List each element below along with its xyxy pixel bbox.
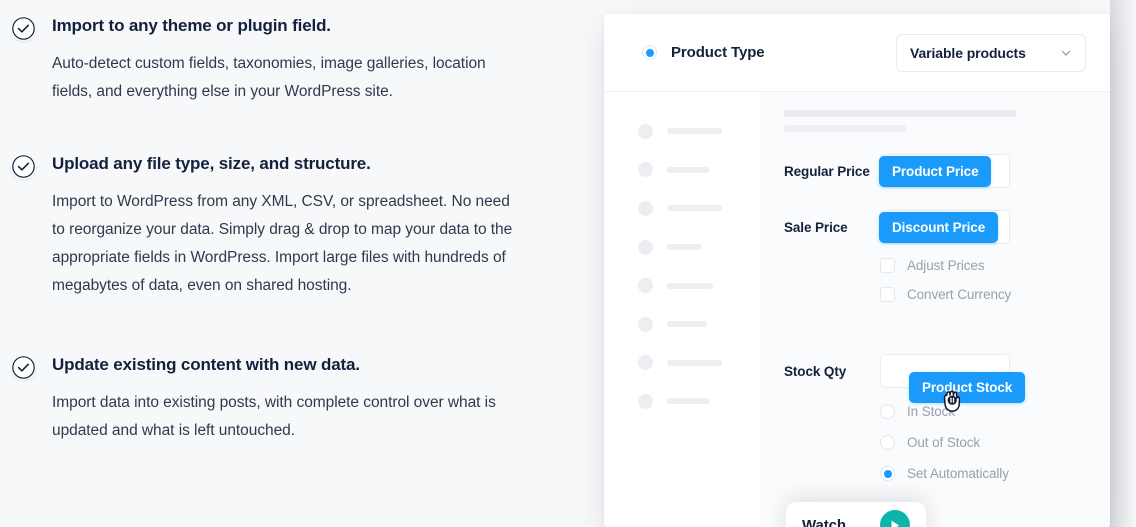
skeleton-dot <box>638 278 653 293</box>
skeleton-dot <box>638 355 653 370</box>
skeleton-bar <box>667 128 722 134</box>
adjust-prices-row[interactable]: Adjust Prices <box>784 258 1086 273</box>
list-item <box>604 189 760 228</box>
adjust-prices-label: Adjust Prices <box>907 258 984 273</box>
product-price-chip[interactable]: Product Price <box>879 156 991 187</box>
list-item <box>604 112 760 151</box>
skeleton-nav-list <box>604 92 760 527</box>
list-item <box>604 305 760 344</box>
product-type-select[interactable]: Variable products <box>896 34 1086 72</box>
regular-price-row: Regular Price Product Price <box>784 154 1086 188</box>
feature-title: Import to any theme or plugin field. <box>52 14 570 38</box>
in-stock-radio[interactable] <box>880 404 895 419</box>
panel-header: Product Type Variable products <box>604 14 1110 92</box>
feature-item-1: Import to any theme or plugin field. Aut… <box>0 14 570 106</box>
adjust-prices-checkbox[interactable] <box>880 258 895 273</box>
feature-title: Update existing content with new data. <box>52 353 570 377</box>
product-form: Regular Price Product Price Sale Price D… <box>760 92 1110 527</box>
stock-qty-input[interactable]: Product Stock <box>880 354 1010 388</box>
grabbing-hand-cursor-icon <box>940 387 966 415</box>
watch-label: Watch <box>802 517 846 527</box>
check-circle-icon <box>11 154 36 179</box>
product-type-label: Product Type <box>671 44 765 61</box>
panel-edge-shadow <box>1110 0 1136 527</box>
check-circle-icon <box>11 355 36 380</box>
spacer <box>0 300 570 353</box>
skeleton-bar <box>784 125 906 132</box>
skeleton-bar <box>667 321 707 327</box>
feature-list: Import to any theme or plugin field. Aut… <box>0 0 570 527</box>
regular-price-input[interactable]: Product Price <box>880 154 1010 188</box>
product-stock-chip[interactable]: Product Stock <box>909 372 1025 403</box>
feature-title: Upload any file type, size, and structur… <box>52 152 570 176</box>
convert-currency-checkbox[interactable] <box>880 287 895 302</box>
spacer <box>784 302 1086 332</box>
sale-price-label: Sale Price <box>784 220 880 235</box>
list-item <box>604 151 760 190</box>
check-circle-icon <box>11 16 36 41</box>
feature-body: Import data into existing posts, with co… <box>52 389 522 445</box>
skeleton-dot <box>638 124 653 139</box>
list-item <box>604 344 760 383</box>
out-of-stock-radio[interactable] <box>880 435 895 450</box>
spacer <box>0 106 570 152</box>
play-icon[interactable] <box>880 510 910 527</box>
set-automatically-label: Set Automatically <box>907 466 1009 481</box>
skeleton-bar <box>667 244 702 250</box>
skeleton-bar <box>667 167 709 173</box>
discount-price-chip[interactable]: Discount Price <box>879 212 998 243</box>
convert-currency-label: Convert Currency <box>907 287 1011 302</box>
stock-qty-label: Stock Qty <box>784 364 880 379</box>
sale-price-input[interactable]: Discount Price <box>880 210 1010 244</box>
feature-item-3: Update existing content with new data. I… <box>0 353 570 445</box>
list-item <box>604 382 760 421</box>
skeleton-dot <box>638 240 653 255</box>
skeleton-bar <box>667 360 722 366</box>
sale-price-row: Sale Price Discount Price <box>784 210 1086 244</box>
in-stock-row[interactable]: In Stock <box>784 404 1086 419</box>
list-item <box>604 266 760 305</box>
list-item <box>604 228 760 267</box>
product-type-select-value: Variable products <box>910 45 1026 61</box>
feature-body: Import to WordPress from any XML, CSV, o… <box>52 188 522 300</box>
product-panel-card: Product Type Variable products <box>604 14 1110 527</box>
skeleton-dot <box>638 162 653 177</box>
skeleton-dot <box>638 317 653 332</box>
skeleton-bar <box>784 110 1016 117</box>
skeleton-bar <box>667 283 713 289</box>
chevron-down-icon <box>1060 47 1072 59</box>
set-automatically-row[interactable]: Set Automatically <box>784 466 1086 481</box>
stock-qty-row: Stock Qty Product Stock <box>784 354 1086 388</box>
out-of-stock-row[interactable]: Out of Stock <box>784 435 1086 450</box>
skeleton-dot <box>638 394 653 409</box>
skeleton-bar <box>667 398 710 404</box>
convert-currency-row[interactable]: Convert Currency <box>784 287 1086 302</box>
watch-video-button[interactable]: Watch <box>786 502 926 527</box>
skeleton-bar <box>667 205 722 211</box>
page-root: Import to any theme or plugin field. Aut… <box>0 0 1136 527</box>
out-of-stock-label: Out of Stock <box>907 435 980 450</box>
set-automatically-radio[interactable] <box>880 466 895 481</box>
feature-item-2: Upload any file type, size, and structur… <box>0 152 570 300</box>
panel-body: Regular Price Product Price Sale Price D… <box>604 92 1110 527</box>
regular-price-label: Regular Price <box>784 164 880 179</box>
feature-body: Auto-detect custom fields, taxonomies, i… <box>52 50 522 106</box>
product-type-radio[interactable] <box>642 45 657 60</box>
skeleton-dot <box>638 201 653 216</box>
